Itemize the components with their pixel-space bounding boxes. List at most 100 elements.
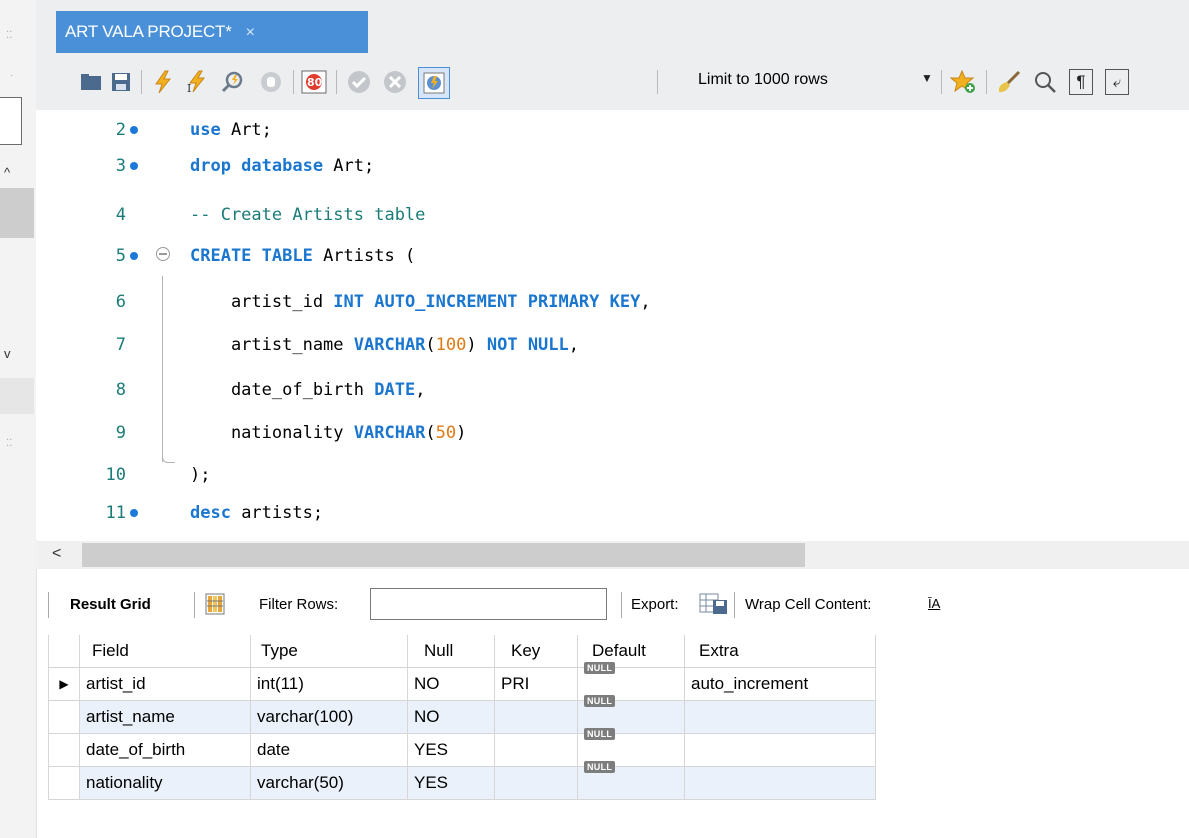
commit-check-icon[interactable] (346, 69, 372, 95)
horizontal-scrollbar-thumb[interactable] (82, 543, 805, 567)
cell-type[interactable]: varchar(50) (250, 766, 408, 800)
beautify-brush-icon[interactable] (996, 69, 1022, 95)
code-line-7[interactable]: 7 artist_name VARCHAR(100) NOT NULL, (36, 327, 1189, 363)
cell-null[interactable]: YES (407, 766, 495, 800)
statement-marker-icon (130, 252, 138, 260)
explain-magnifier-icon[interactable] (220, 69, 246, 95)
limit-rows-select[interactable]: Limit to 1000 rows (698, 71, 828, 89)
scroll-left-icon[interactable]: < (52, 545, 61, 563)
row-selector[interactable] (48, 766, 80, 800)
grid-view-icon[interactable] (205, 593, 225, 619)
statement-marker-icon (130, 162, 138, 170)
line-number: 8 (115, 380, 126, 400)
toggle-error-icon[interactable]: 80 (301, 69, 327, 95)
cell-key[interactable] (494, 766, 578, 800)
line-number: 6 (115, 292, 126, 312)
line-number: 9 (115, 423, 126, 443)
wrap-cell-content-label: Wrap Cell Content: (745, 596, 872, 613)
tab-close-icon[interactable]: × (246, 24, 255, 41)
table-row[interactable]: artist_name varchar(100) NO NULL (48, 695, 876, 734)
code-line-6[interactable]: 6 artist_id INT AUTO_INCREMENT PRIMARY K… (36, 284, 1189, 320)
null-badge: NULL (584, 695, 616, 707)
column-header-extra[interactable]: Extra (684, 635, 876, 668)
bookmark-star-icon[interactable] (950, 69, 976, 95)
tab-bar: ART VALA PROJECT* × (36, 0, 1189, 53)
svg-text:I: I (187, 82, 191, 94)
code-line-11[interactable]: 11 desc artists; (36, 495, 1189, 531)
cell-null[interactable]: YES (407, 733, 495, 767)
table-row[interactable]: date_of_birth date YES NULL (48, 728, 876, 767)
cell-default[interactable]: NULL (577, 761, 685, 800)
cell-field[interactable]: nationality (79, 766, 251, 800)
cell-extra[interactable]: auto_increment (684, 667, 876, 701)
filter-rows-input[interactable] (370, 588, 607, 620)
code-line-5[interactable]: 5 CREATE TABLE Artists ( (36, 238, 1189, 274)
row-selector-header (48, 635, 80, 668)
scroll-up-icon[interactable]: ^ (4, 165, 10, 180)
stop-hand-icon[interactable] (258, 69, 284, 95)
cell-type[interactable]: date (250, 733, 408, 767)
editor-horizontal-scrollbar[interactable]: < (36, 541, 1189, 569)
table-row[interactable]: nationality varchar(50) YES NULL (48, 761, 876, 800)
autocommit-toggle-icon[interactable] (418, 67, 450, 99)
null-badge: NULL (584, 662, 616, 674)
cell-key[interactable] (494, 733, 578, 767)
cell-type[interactable]: int(11) (250, 667, 408, 701)
null-badge: NULL (584, 761, 616, 773)
limit-dropdown-arrow-icon[interactable]: ▼ (921, 71, 933, 85)
cell-type[interactable]: varchar(100) (250, 700, 408, 734)
sql-editor[interactable]: 2 use Art; 3 drop database Art; 4 -- Cre… (36, 110, 1189, 540)
cell-field[interactable]: artist_name (79, 700, 251, 734)
line-number: 2 (115, 120, 126, 140)
grid-header-row: Field Type Null Key Default Extra (48, 635, 876, 668)
statement-marker-icon (130, 509, 138, 517)
code-line-2[interactable]: 2 use Art; (36, 112, 1189, 148)
table-row[interactable]: ▶ artist_id int(11) NO PRI NULL auto_inc… (48, 662, 876, 701)
splitter-grip-icon[interactable]: ⁚⁚ (6, 30, 12, 41)
column-header-field[interactable]: Field (79, 635, 251, 668)
result-toolbar: Result Grid Filter Rows: Export: Wrap Ce… (48, 587, 1189, 623)
invisible-chars-pilcrow-icon[interactable]: ¶ (1069, 69, 1093, 95)
current-row-marker-icon: ▶ (48, 667, 80, 701)
fold-collapse-icon[interactable] (156, 247, 170, 261)
code-line-10[interactable]: 10 ); (36, 457, 1189, 493)
splitter-grip-icon-2[interactable]: ⁚⁚ (6, 438, 12, 449)
code-line-8[interactable]: 8 date_of_birth DATE, (36, 372, 1189, 408)
cell-field[interactable]: artist_id (79, 667, 251, 701)
line-number: 3 (115, 156, 126, 176)
cell-extra[interactable] (684, 766, 876, 800)
cell-field[interactable]: date_of_birth (79, 733, 251, 767)
execute-lightning-icon[interactable] (150, 69, 176, 95)
scroll-down-icon[interactable]: v (4, 346, 11, 361)
cell-key[interactable]: PRI (494, 667, 578, 701)
export-icon[interactable] (699, 592, 729, 620)
column-header-type[interactable]: Type (250, 635, 408, 668)
open-folder-icon[interactable] (78, 69, 104, 95)
row-selector[interactable] (48, 700, 80, 734)
tab-art-vala-project[interactable]: ART VALA PROJECT* × (56, 11, 368, 53)
cell-null[interactable]: NO (407, 700, 495, 734)
cell-extra[interactable] (684, 700, 876, 734)
line-number: 5 (115, 246, 126, 266)
wrap-cell-toggle-icon[interactable]: ĪA (928, 596, 940, 611)
execute-cursor-lightning-icon[interactable]: I (184, 69, 210, 95)
rollback-x-icon[interactable] (382, 69, 408, 95)
code-line-3[interactable]: 3 drop database Art; (36, 148, 1189, 184)
column-header-null[interactable]: Null (407, 635, 495, 668)
save-icon[interactable] (108, 69, 134, 95)
code-line-9[interactable]: 9 nationality VARCHAR(50) (36, 415, 1189, 451)
cell-key[interactable] (494, 700, 578, 734)
cell-extra[interactable] (684, 733, 876, 767)
line-number: 11 (105, 503, 126, 523)
column-header-key[interactable]: Key (494, 635, 578, 668)
wrap-lines-icon[interactable]: ⤶ (1105, 69, 1129, 95)
statement-marker-icon (130, 126, 138, 134)
find-magnifier-icon[interactable] (1032, 69, 1058, 95)
code-line-4[interactable]: 4 -- Create Artists table (36, 197, 1189, 233)
row-selector[interactable] (48, 733, 80, 767)
line-number: 4 (115, 205, 126, 225)
scrollbar-thumb[interactable] (0, 188, 34, 238)
cell-null[interactable]: NO (407, 667, 495, 701)
result-grid[interactable]: Field Type Null Key Default Extra ▶ arti… (48, 635, 876, 800)
result-grid-tab[interactable]: Result Grid (70, 596, 151, 613)
